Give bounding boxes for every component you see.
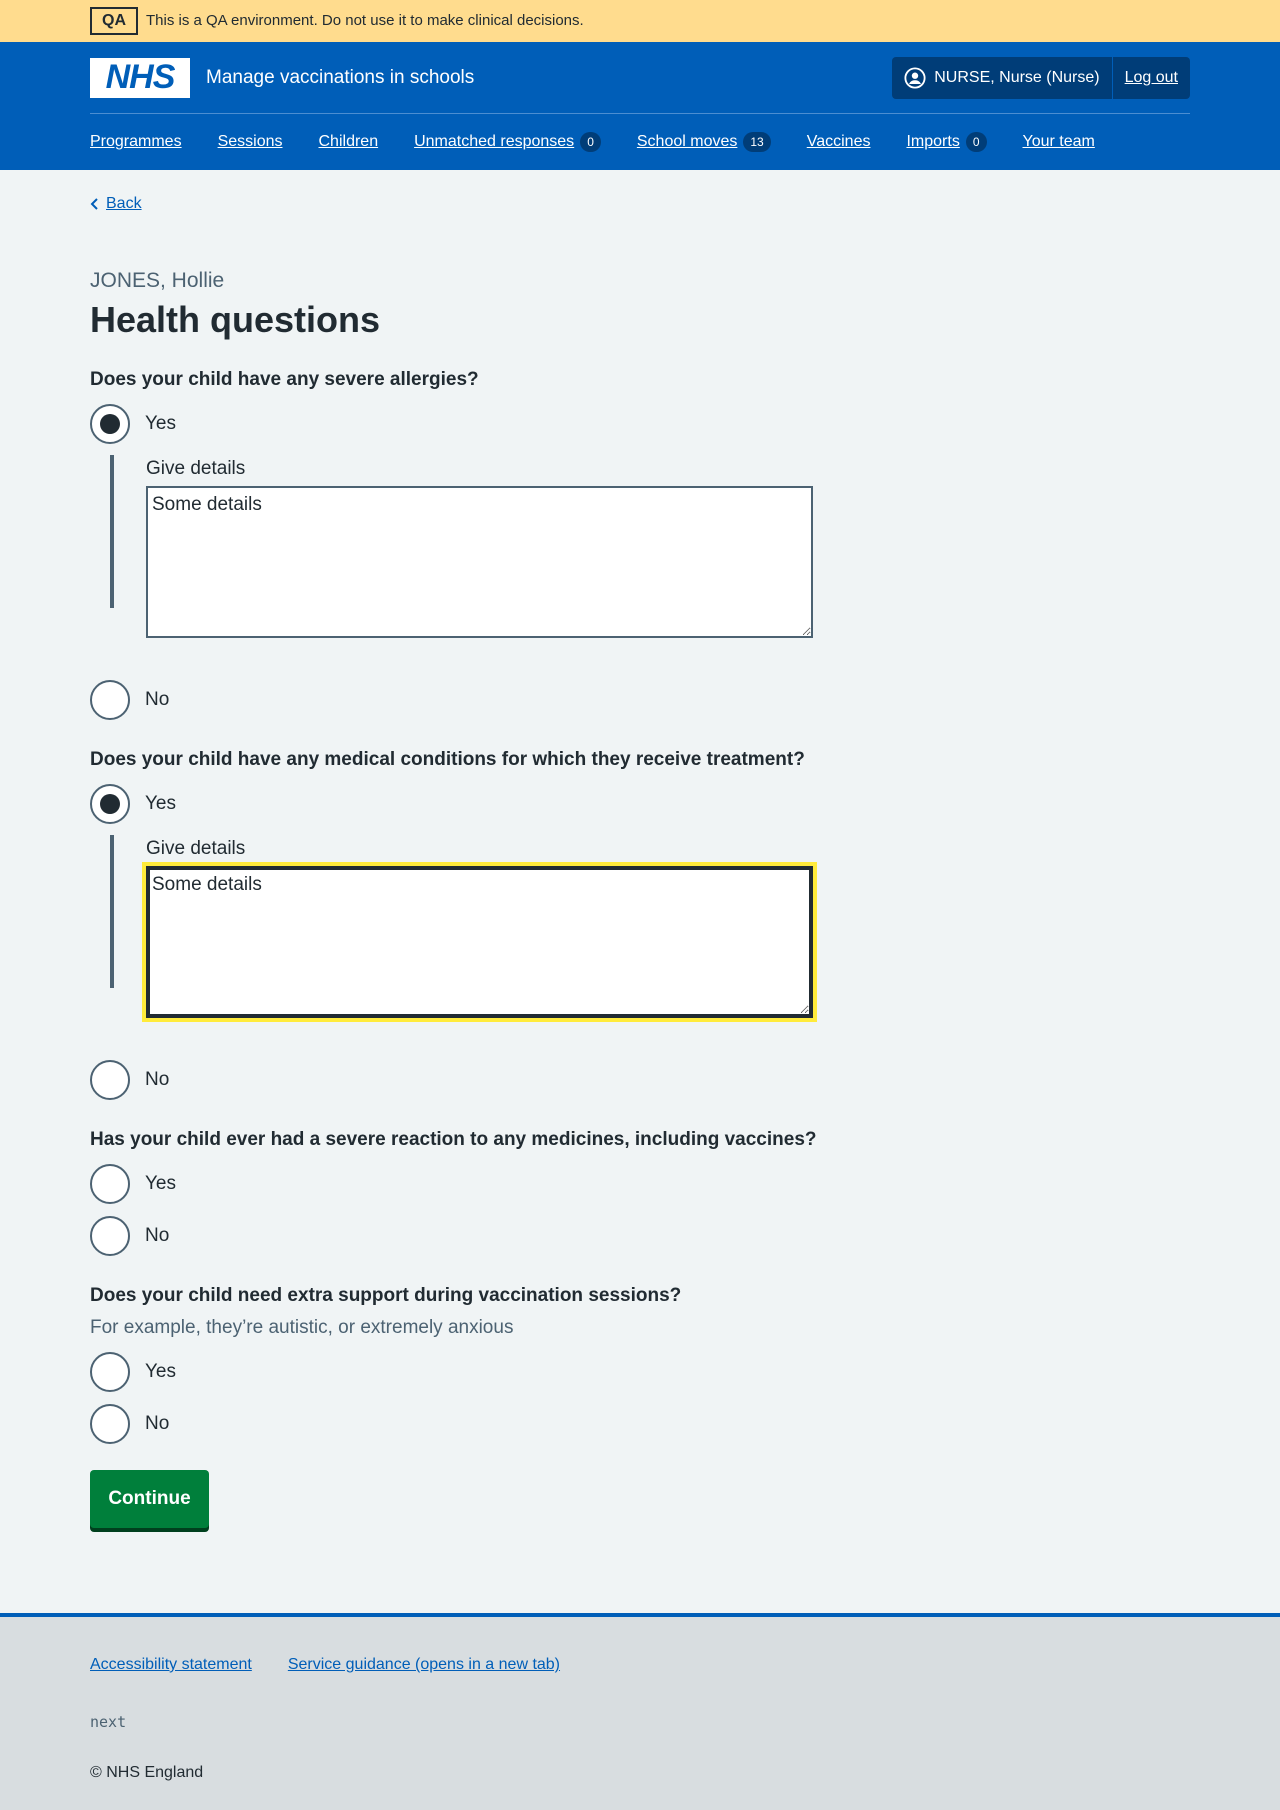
radio-label[interactable]: Yes xyxy=(145,1358,176,1386)
nav-item-programmes: Programmes xyxy=(90,130,182,154)
back-link-wrapper: Back xyxy=(90,192,142,216)
nhs-logo[interactable]: NHS xyxy=(90,57,190,98)
radio-label[interactable]: No xyxy=(145,1066,169,1094)
radio-button[interactable] xyxy=(90,1060,130,1100)
radio-button[interactable] xyxy=(90,680,130,720)
radio-label[interactable]: No xyxy=(145,1410,169,1438)
details-textarea[interactable]: Some details xyxy=(146,486,813,638)
question-legend: Does your child need extra support durin… xyxy=(90,1285,682,1306)
radio-button[interactable] xyxy=(90,404,130,444)
radio-label[interactable]: No xyxy=(145,686,169,714)
nav-link-your-team[interactable]: Your team xyxy=(1023,130,1095,154)
details-textarea[interactable]: Some details xyxy=(142,862,817,1022)
details-label: Give details xyxy=(146,458,246,479)
footer-links: Accessibility statement Service guidance… xyxy=(90,1653,596,1677)
radio-button[interactable] xyxy=(90,1216,130,1256)
account-user-name: NURSE, Nurse (Nurse) xyxy=(934,68,1100,86)
radio-label[interactable]: Yes xyxy=(145,410,176,438)
radio-option-no[interactable]: No xyxy=(90,1216,169,1256)
nav-link-unmatched-responses[interactable]: Unmatched responses xyxy=(414,130,574,154)
radio-option-yes[interactable]: Yes xyxy=(90,784,176,824)
main-content: Back JONES, Hollie Health questions Does… xyxy=(0,170,1280,1613)
radio-button[interactable] xyxy=(90,1352,130,1392)
conditional-reveal xyxy=(110,455,114,608)
radio-label[interactable]: Yes xyxy=(145,1170,176,1198)
nav-item-imports: Imports 0 xyxy=(906,130,987,154)
qa-message: This is a QA environment. Do not use it … xyxy=(146,11,584,29)
radio-option-yes[interactable]: Yes xyxy=(90,1352,176,1392)
user-icon xyxy=(904,66,926,89)
radio-option-no[interactable]: No xyxy=(90,1404,169,1444)
details-label: Give details xyxy=(146,838,246,859)
nav-item-school-moves: School moves 13 xyxy=(637,130,771,154)
nav-link-vaccines[interactable]: Vaccines xyxy=(807,130,871,154)
question-legend: Has your child ever had a severe reactio… xyxy=(90,1129,817,1150)
radio-option-no[interactable]: No xyxy=(90,1060,169,1100)
back-link[interactable]: Back xyxy=(106,192,142,216)
nav-item-your-team: Your team xyxy=(1023,130,1095,154)
radio-button[interactable] xyxy=(90,1164,130,1204)
primary-nav: Programmes Sessions Children Unmatched r… xyxy=(90,114,1190,170)
footer-version: next xyxy=(90,1713,127,1731)
nav-link-programmes[interactable]: Programmes xyxy=(90,130,182,154)
page-caption: JONES, Hollie xyxy=(90,269,225,292)
radio-option-no[interactable]: No xyxy=(90,680,169,720)
question-hint: For example, they’re autistic, or extrem… xyxy=(90,1317,514,1338)
logout-link[interactable]: Log out xyxy=(1113,66,1190,90)
footer-link-accessibility[interactable]: Accessibility statement xyxy=(90,1653,252,1677)
footer-link-service-guidance[interactable]: Service guidance (opens in a new tab) xyxy=(288,1653,560,1677)
conditional-reveal xyxy=(110,835,114,988)
chevron-left-icon xyxy=(90,198,98,210)
page-title: Health questions xyxy=(90,299,381,340)
qa-tag: QA xyxy=(90,7,138,35)
count-badge: 0 xyxy=(580,131,601,152)
account-menu: NURSE, Nurse (Nurse) Log out xyxy=(892,56,1190,99)
nav-link-children[interactable]: Children xyxy=(319,130,379,154)
nav-item-sessions: Sessions xyxy=(218,130,283,154)
continue-button[interactable]: Continue xyxy=(90,1470,209,1528)
qa-banner: QA This is a QA environment. Do not use … xyxy=(0,0,1280,42)
site-footer: Accessibility statement Service guidance… xyxy=(0,1613,1280,1810)
nav-item-children: Children xyxy=(319,130,379,154)
nav-item-unmatched-responses: Unmatched responses 0 xyxy=(414,130,601,154)
radio-label[interactable]: Yes xyxy=(145,790,176,818)
nav-link-school-moves[interactable]: School moves xyxy=(637,130,738,154)
footer-copyright: © NHS England xyxy=(90,1764,204,1781)
brand[interactable]: NHS Manage vaccinations in schools xyxy=(90,57,474,98)
count-badge: 0 xyxy=(965,131,987,152)
radio-label[interactable]: No xyxy=(145,1222,169,1250)
nav-link-sessions[interactable]: Sessions xyxy=(218,130,283,154)
question-legend: Does your child have any severe allergie… xyxy=(90,369,479,390)
radio-button[interactable] xyxy=(90,784,130,824)
radio-option-yes[interactable]: Yes xyxy=(90,1164,176,1204)
radio-button[interactable] xyxy=(90,1404,130,1444)
radio-option-yes[interactable]: Yes xyxy=(90,404,176,444)
nav-link-imports[interactable]: Imports xyxy=(906,130,959,154)
service-name[interactable]: Manage vaccinations in schools xyxy=(206,64,474,92)
question-legend: Does your child have any medical conditi… xyxy=(90,749,805,770)
site-header: NHS Manage vaccinations in schools NURSE… xyxy=(0,42,1280,170)
account-user: NURSE, Nurse (Nurse) xyxy=(892,56,1113,99)
nav-item-vaccines: Vaccines xyxy=(807,130,871,154)
count-badge: 13 xyxy=(743,131,771,152)
